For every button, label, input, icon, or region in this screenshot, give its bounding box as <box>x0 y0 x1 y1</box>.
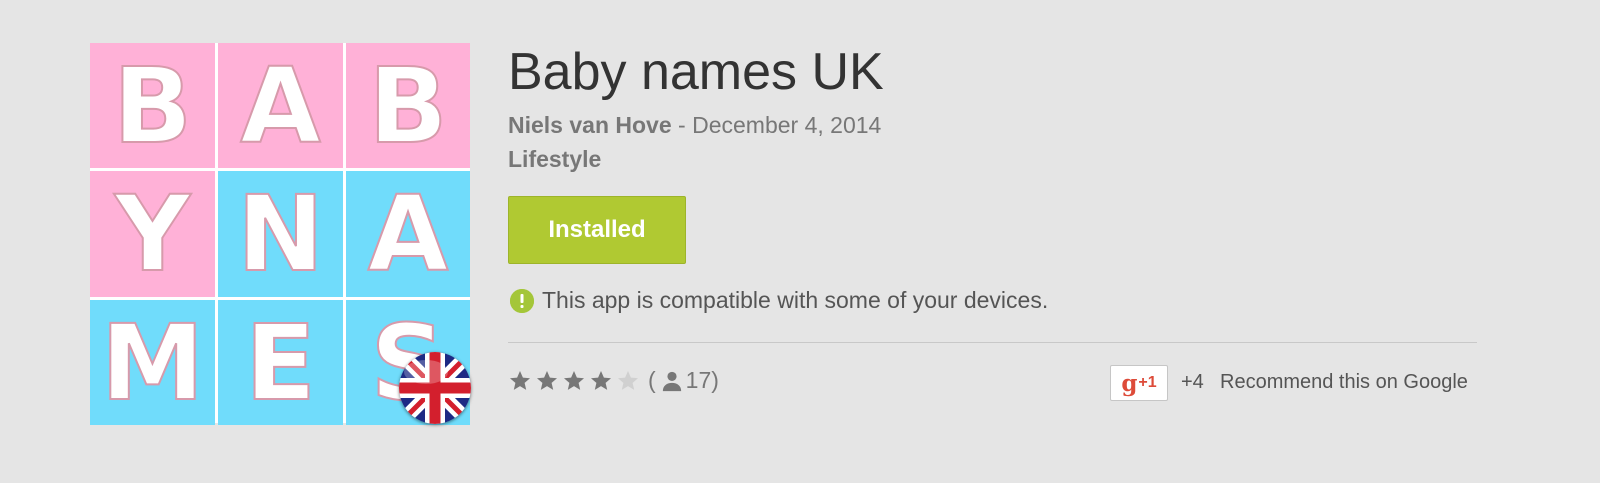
gplus-g-icon: g <box>1121 369 1138 397</box>
recommend-text: Recommend this on Google <box>1220 371 1468 393</box>
icon-tile: M <box>90 300 215 425</box>
icon-tile: A <box>346 171 470 297</box>
app-meta: Niels van Hove - December 4, 2014 <box>508 111 881 139</box>
google-plus-one-button[interactable]: g +1 <box>1110 365 1168 401</box>
installed-button[interactable]: Installed <box>508 196 686 264</box>
star-empty-icon <box>618 370 638 390</box>
rating-row: ( 17 ) <box>508 367 719 394</box>
release-date: December 4, 2014 <box>692 112 882 138</box>
meta-separator: - <box>671 112 693 138</box>
icon-tile: N <box>218 171 343 297</box>
category-link[interactable]: Lifestyle <box>508 145 601 173</box>
star-icon <box>591 370 611 390</box>
uk-flag-icon <box>399 352 471 424</box>
icon-tile: Y <box>90 171 215 297</box>
icon-tile: A <box>218 43 343 168</box>
star-icon <box>537 370 557 390</box>
star-rating <box>508 369 640 393</box>
star-icon <box>510 370 530 390</box>
icon-tile: E <box>218 300 343 425</box>
app-title: Baby names UK <box>508 43 884 101</box>
rating-count: ( 17 ) <box>648 367 719 394</box>
paren-open: ( <box>648 367 656 393</box>
star-icon <box>564 370 584 390</box>
paren-close: ) <box>711 367 719 393</box>
gplus-plus-one-label: +1 <box>1138 374 1157 391</box>
divider <box>508 342 1477 343</box>
icon-tile: B <box>90 43 215 168</box>
rating-count-value: 17 <box>685 367 712 393</box>
info-icon <box>510 288 534 313</box>
icon-tile: B <box>346 43 470 168</box>
compatibility-notice: This app is compatible with some of your… <box>510 287 1048 314</box>
compatibility-text: This app is compatible with some of your… <box>542 287 1049 313</box>
plus-one-count: +4 <box>1181 371 1204 393</box>
person-icon <box>662 371 681 391</box>
developer-link[interactable]: Niels van Hove <box>508 112 672 138</box>
